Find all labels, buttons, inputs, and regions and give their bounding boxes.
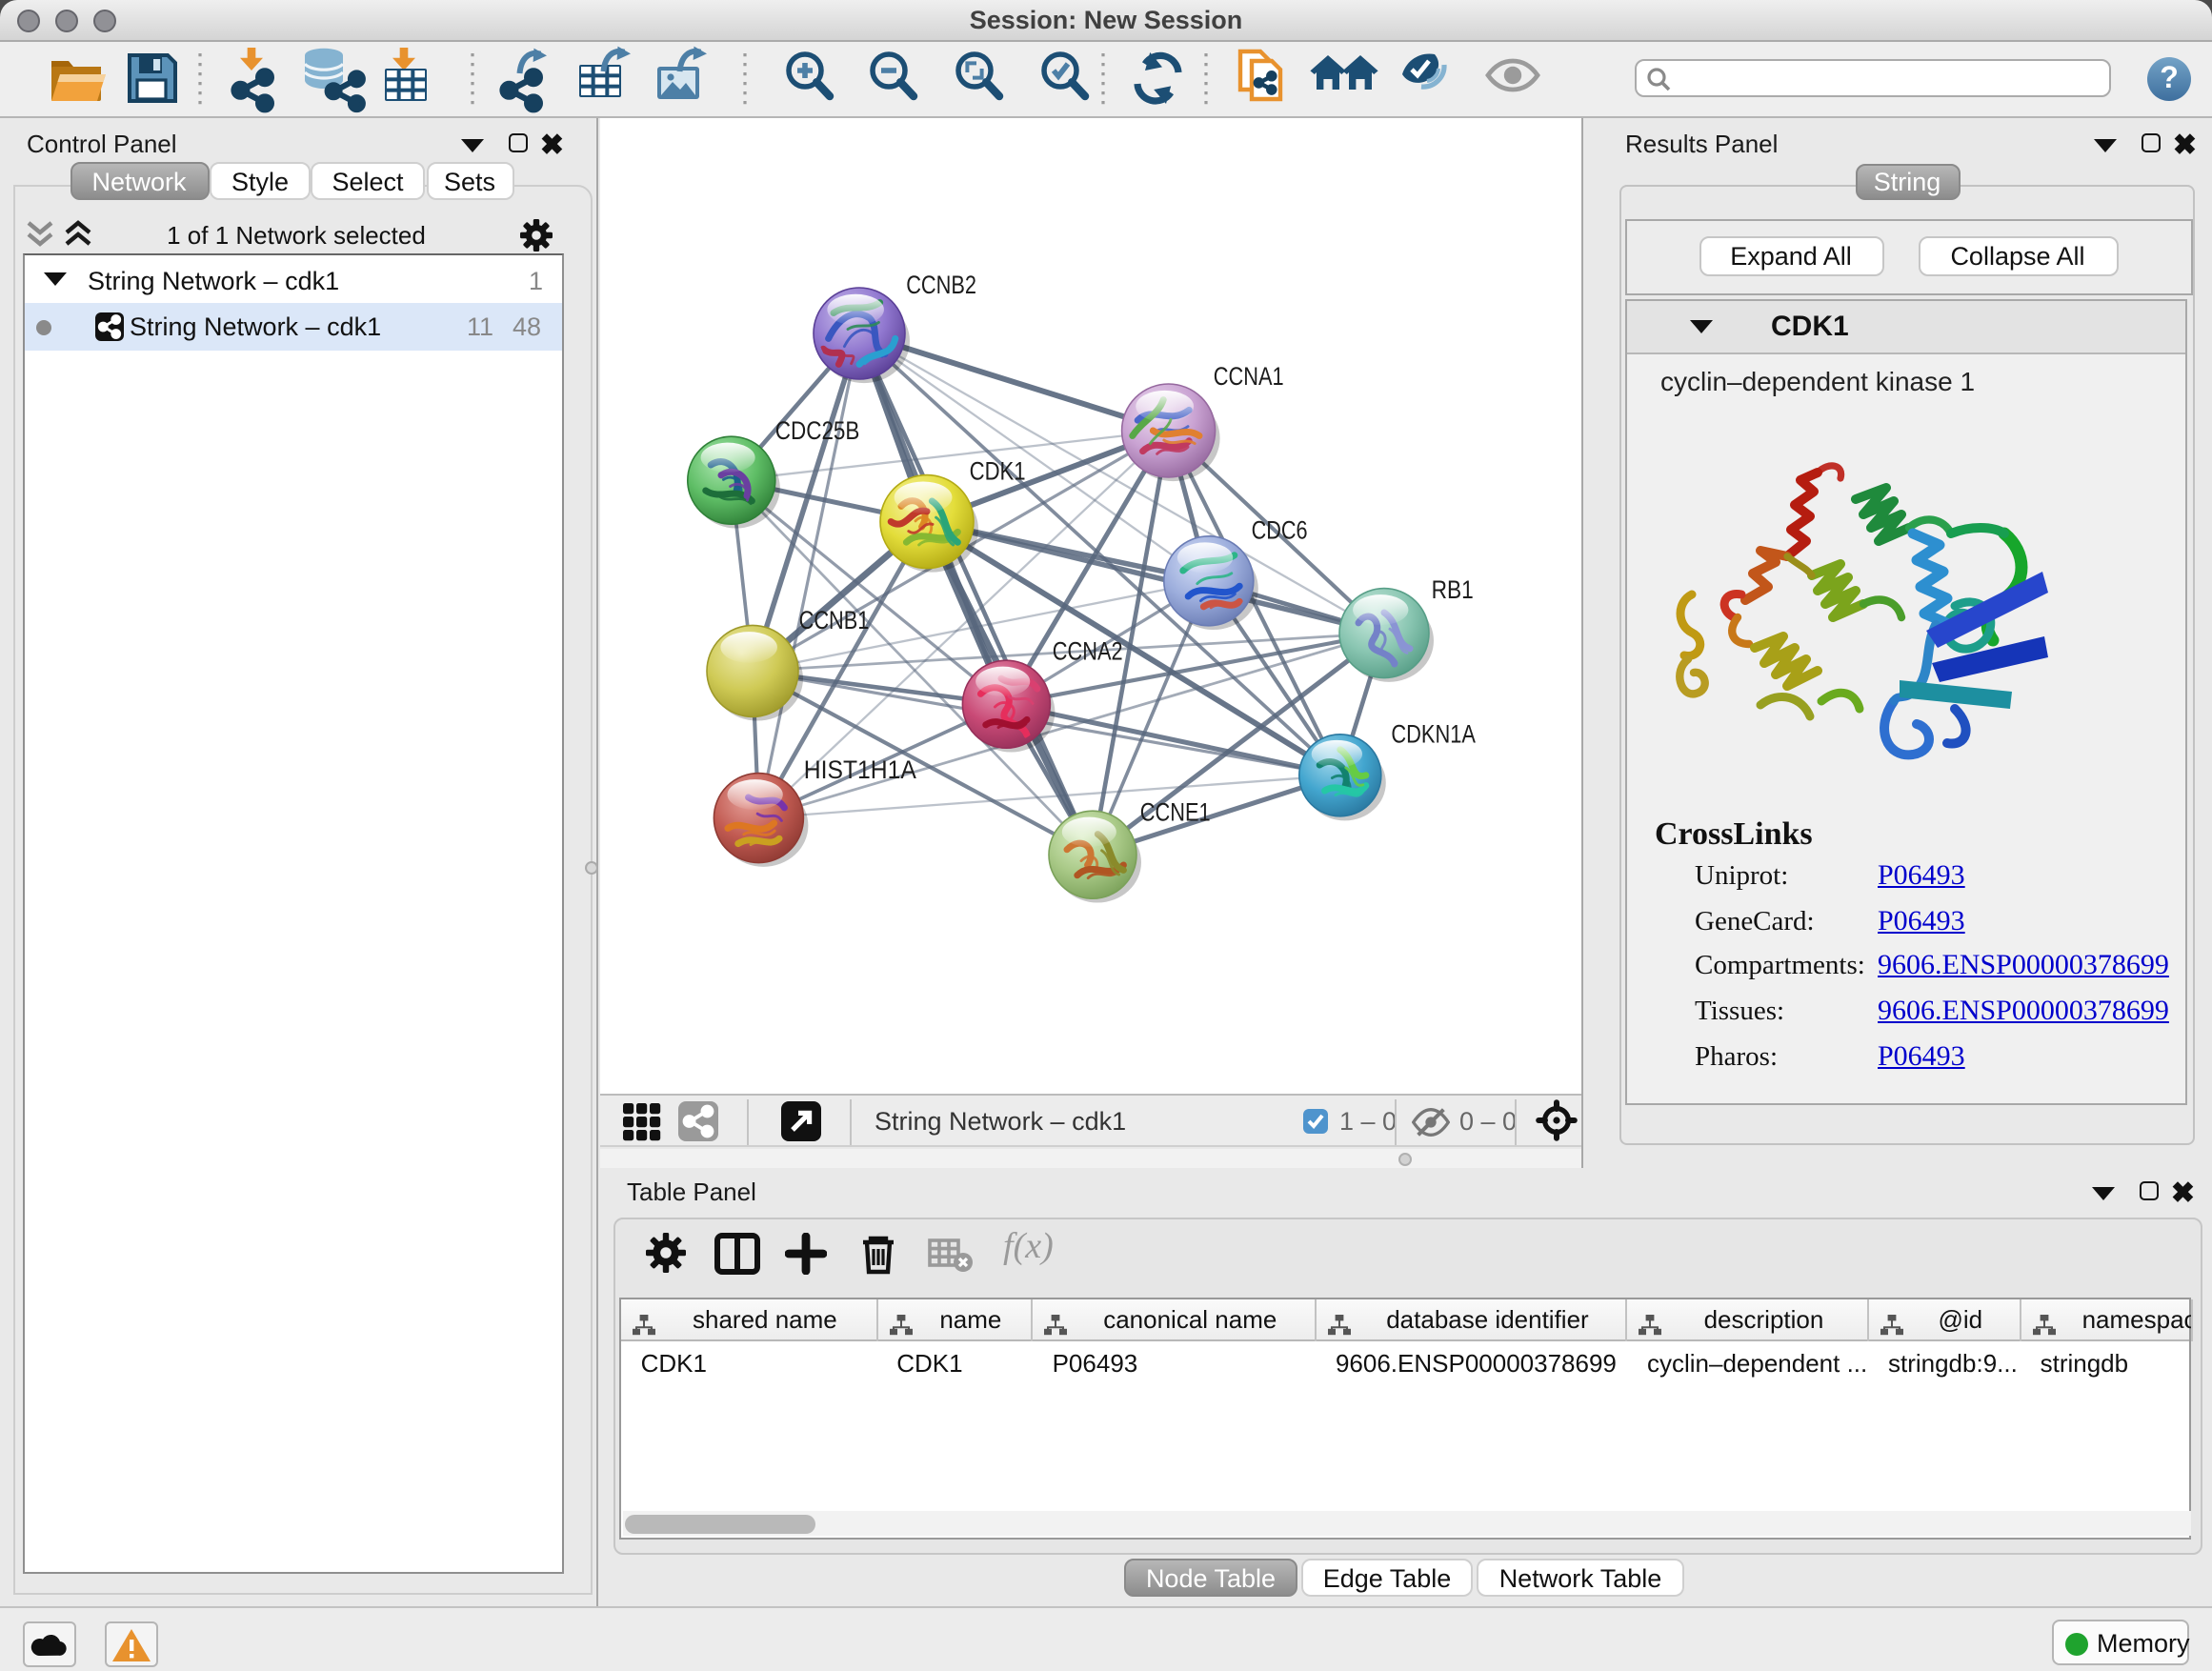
svg-text:CCNA1: CCNA1 (1214, 362, 1284, 391)
svg-text:CDKN1A: CDKN1A (1391, 720, 1476, 749)
svg-text:CDK1: CDK1 (970, 456, 1026, 485)
svg-text:CCNB1: CCNB1 (799, 606, 870, 634)
svg-text:RB1: RB1 (1432, 575, 1474, 604)
svg-text:CCNA2: CCNA2 (1053, 636, 1123, 665)
svg-text:CDC6: CDC6 (1252, 516, 1308, 545)
svg-text:CCNB2: CCNB2 (906, 271, 976, 299)
svg-text:CCNE1: CCNE1 (1140, 798, 1211, 827)
svg-text:CDC25B: CDC25B (775, 416, 860, 445)
svg-text:HIST1H1A: HIST1H1A (804, 755, 916, 784)
